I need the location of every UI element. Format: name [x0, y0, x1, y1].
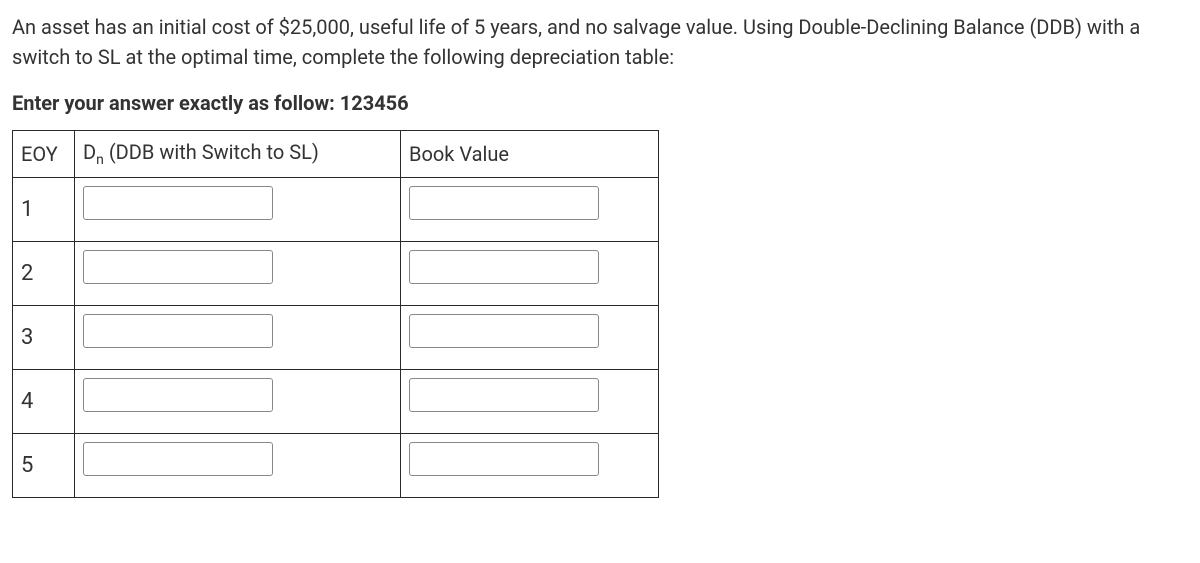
header-eoy: EOY	[13, 131, 75, 178]
eoy-cell: 4	[13, 370, 75, 434]
dn-cell	[75, 306, 401, 370]
table-row: 3	[13, 306, 659, 370]
bv-cell	[401, 306, 659, 370]
header-dn: Dn (DDB with Switch to SL)	[75, 131, 401, 178]
header-dn-prefix: D	[83, 140, 96, 164]
table-row: 1	[13, 178, 659, 242]
header-dn-suffix: (DDB with Switch to SL)	[104, 140, 319, 164]
bv-cell	[401, 242, 659, 306]
depreciation-table: EOY Dn (DDB with Switch to SL) Book Valu…	[12, 130, 659, 498]
table-row: 5	[13, 434, 659, 498]
header-book-value: Book Value	[401, 131, 659, 178]
dn-cell	[75, 178, 401, 242]
bv-input-2[interactable]	[409, 250, 599, 284]
dn-input-3[interactable]	[83, 314, 273, 348]
dn-input-2[interactable]	[83, 250, 273, 284]
eoy-cell: 2	[13, 242, 75, 306]
question-text: An asset has an initial cost of $25,000,…	[12, 12, 1188, 72]
bv-input-3[interactable]	[409, 314, 599, 348]
instruction-text: Enter your answer exactly as follow: 123…	[12, 88, 1188, 118]
dn-input-4[interactable]	[83, 378, 273, 412]
bv-input-5[interactable]	[409, 442, 599, 476]
bv-input-4[interactable]	[409, 378, 599, 412]
dn-cell	[75, 242, 401, 306]
dn-cell	[75, 434, 401, 498]
bv-input-1[interactable]	[409, 186, 599, 220]
header-dn-subscript: n	[96, 152, 104, 168]
bv-cell	[401, 178, 659, 242]
eoy-cell: 5	[13, 434, 75, 498]
eoy-cell: 3	[13, 306, 75, 370]
dn-input-1[interactable]	[83, 186, 273, 220]
bv-cell	[401, 370, 659, 434]
bv-cell	[401, 434, 659, 498]
table-row: 4	[13, 370, 659, 434]
eoy-cell: 1	[13, 178, 75, 242]
dn-input-5[interactable]	[83, 442, 273, 476]
table-row: 2	[13, 242, 659, 306]
table-header-row: EOY Dn (DDB with Switch to SL) Book Valu…	[13, 131, 659, 178]
dn-cell	[75, 370, 401, 434]
